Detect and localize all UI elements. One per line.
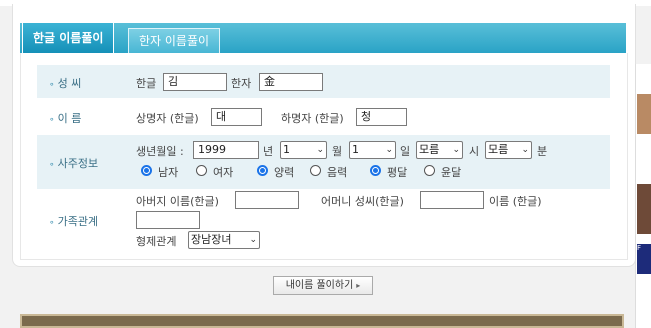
- row-family: ∘ 가족관계 아버지 이름(한글) 어머니 성씨(한글) 이름 (한글) 형제관계…: [37, 189, 610, 253]
- mother-name-input[interactable]: [136, 211, 200, 229]
- solar-calendar-label: 양력: [274, 166, 295, 179]
- birthdate-label: 생년월일 :: [136, 145, 184, 158]
- father-name-label: 아버지 이름(한글): [136, 195, 219, 208]
- hour-unit: 시: [469, 145, 480, 158]
- sibling-label: 형제관계: [136, 235, 177, 248]
- year-unit: 년: [263, 145, 274, 158]
- birth-year-input[interactable]: 1999: [193, 141, 259, 159]
- surname-hangul-label: 한글: [136, 77, 157, 90]
- chevron-down-icon: ⌄: [521, 145, 529, 155]
- surname-hangul-input[interactable]: 김: [163, 73, 227, 91]
- row-label-surname: ∘ 성 씨: [49, 77, 82, 90]
- lunar-calendar-label: 음력: [327, 166, 348, 179]
- month-unit: 월: [332, 145, 343, 158]
- row-label-name: ∘ 이 름: [49, 112, 82, 125]
- chevron-down-icon: ⌄: [452, 145, 460, 155]
- row-birth: ∘ 사주정보 생년월일 : 1999 년 1 ⌄ 월 1 ⌄ 일 모름 ⌄ 시 모름 ⌄ …: [37, 135, 610, 189]
- tab-bar: 한글 이름풀이 한자 이름풀이: [20, 22, 626, 53]
- gender-female-radio[interactable]: [196, 165, 207, 176]
- upper-name-label: 상명자 (한글): [136, 112, 199, 125]
- tab-hanja-name[interactable]: 한자 이름풀이: [128, 28, 221, 53]
- row-name: ∘ 이 름 상명자 (한글) 대 하명자 (한글) 청: [37, 102, 610, 132]
- arrow-right-icon: ▸: [356, 281, 361, 290]
- birth-minute-select[interactable]: 모름 ⌄: [485, 141, 532, 159]
- sidebar-photo[interactable]: [637, 94, 651, 134]
- leap-month-radio[interactable]: [424, 165, 435, 176]
- row-label-family: ∘ 가족관계: [49, 215, 99, 228]
- gender-male-label: 남자: [158, 166, 179, 179]
- lower-name-label: 하명자 (한글): [281, 112, 344, 125]
- row-label-birth: ∘ 사주정보: [49, 157, 99, 170]
- gender-female-label: 여자: [213, 166, 234, 179]
- birth-hour-select[interactable]: 모름 ⌄: [416, 141, 463, 159]
- bottom-banner-image: [20, 314, 624, 328]
- surname-hanja-input[interactable]: 金: [259, 73, 323, 91]
- chevron-down-icon: ⌄: [385, 145, 393, 155]
- normal-month-radio[interactable]: [370, 165, 381, 176]
- normal-month-label: 평달: [387, 166, 408, 179]
- row-surname: ∘ 성 씨 한글 김 한자 金: [37, 65, 610, 98]
- upper-name-input[interactable]: 대: [211, 108, 262, 126]
- sidebar-photo[interactable]: [637, 184, 651, 234]
- solar-calendar-radio[interactable]: [257, 165, 268, 176]
- chevron-down-icon: ⌄: [316, 145, 324, 155]
- gender-male-radio[interactable]: [141, 165, 152, 176]
- submit-button[interactable]: 내이름 풀이하기 ▸: [273, 276, 373, 295]
- name-form: ∘ 성 씨 한글 김 한자 金 ∘ 이 름 상명자 (한글) 대 하명자 (한글) …: [20, 53, 628, 260]
- lower-name-input[interactable]: 청: [356, 108, 407, 126]
- mother-surname-input[interactable]: [420, 191, 484, 209]
- tab-hangul-name[interactable]: 한글 이름풀이: [22, 22, 115, 53]
- sidebar-banner[interactable]: F: [637, 244, 651, 274]
- birth-day-select[interactable]: 1 ⌄: [349, 141, 396, 159]
- sibling-select[interactable]: 장남장녀 ⌄: [188, 231, 260, 249]
- lunar-calendar-radio[interactable]: [310, 165, 321, 176]
- mother-surname-label: 어머니 성씨(한글): [321, 195, 404, 208]
- right-sidebar: F: [635, 64, 651, 328]
- father-name-input[interactable]: [235, 191, 299, 209]
- chevron-down-icon: ⌄: [249, 235, 257, 245]
- birth-month-select[interactable]: 1 ⌄: [280, 141, 327, 159]
- day-unit: 일: [400, 145, 411, 158]
- minute-unit: 분: [537, 145, 548, 158]
- mother-name-label: 이름 (한글): [489, 195, 542, 208]
- sidebar-text-fragment: [637, 278, 651, 318]
- surname-hanja-label: 한자: [231, 77, 252, 90]
- leap-month-label: 윤달: [441, 166, 462, 179]
